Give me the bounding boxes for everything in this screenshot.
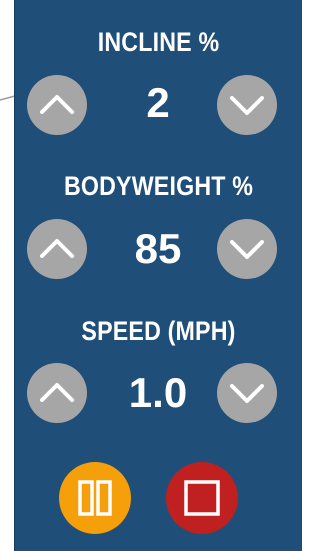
- speed-label: SPEED (MPH): [81, 316, 236, 346]
- pause-button[interactable]: [59, 462, 131, 534]
- stop-icon: [184, 480, 220, 516]
- pause-icon: [78, 480, 112, 516]
- bodyweight-value: 85: [134, 225, 182, 272]
- chevron-down-icon: [230, 96, 264, 115]
- chevron-up-icon: [40, 239, 74, 258]
- chevron-up-icon: [40, 95, 74, 114]
- incline-up-button[interactable]: [27, 75, 87, 135]
- stop-button[interactable]: [166, 462, 238, 534]
- incline-label: INCLINE %: [97, 27, 220, 57]
- bodyweight-down-button[interactable]: [217, 219, 277, 279]
- speed-up-button[interactable]: [27, 363, 87, 423]
- treadmill-control-panel: INCLINE % 2 BODYWEIGHT % 85 SPEED (MPH) …: [14, 0, 302, 551]
- speed-value: 1.0: [128, 369, 188, 416]
- incline-down-button[interactable]: [217, 75, 277, 135]
- chevron-down-icon: [230, 384, 264, 403]
- chevron-up-icon: [40, 383, 74, 402]
- app-screen: INCLINE % 2 BODYWEIGHT % 85 SPEED (MPH) …: [0, 0, 302, 551]
- incline-value: 2: [146, 79, 170, 126]
- bodyweight-up-button[interactable]: [27, 219, 87, 279]
- chevron-down-icon: [230, 240, 264, 259]
- bodyweight-label: BODYWEIGHT %: [63, 171, 254, 201]
- speed-down-button[interactable]: [217, 363, 277, 423]
